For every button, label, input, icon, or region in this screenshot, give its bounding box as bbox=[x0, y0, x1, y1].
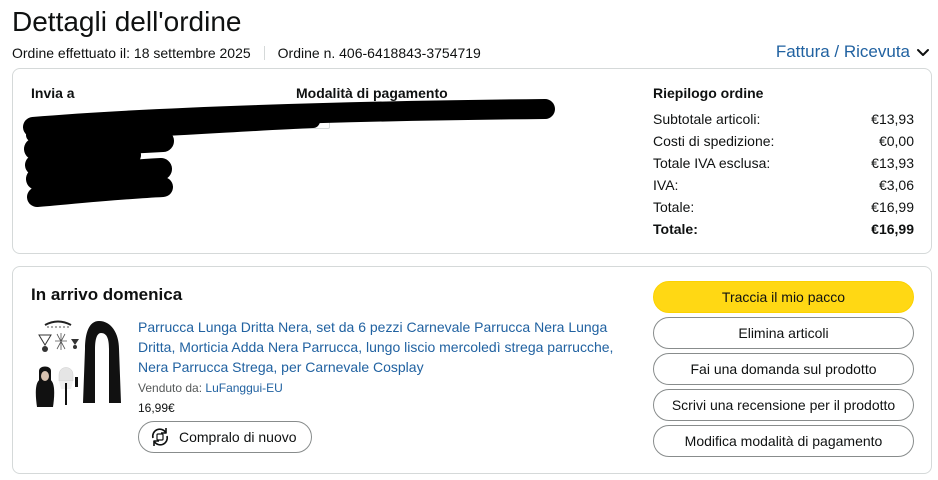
item-price: 16,99€ bbox=[138, 401, 175, 415]
summary-label: Totale IVA esclusa: bbox=[653, 155, 771, 171]
summary-row-total: Totale: €16,99 bbox=[653, 196, 914, 218]
summary-label: Totale: bbox=[653, 199, 695, 215]
shipment-actions: Traccia il mio pacco Elimina articoli Fa… bbox=[653, 281, 914, 461]
seller-info: Venduto da: LuFanggui-EU bbox=[138, 381, 283, 395]
summary-value: €3,06 bbox=[878, 177, 914, 193]
meta-divider bbox=[263, 46, 265, 60]
invoice-link-label: Fattura / Ricevuta bbox=[775, 42, 910, 61]
buy-again-button[interactable]: Compralo di nuovo bbox=[138, 421, 312, 453]
summary-label: Costi di spedizione: bbox=[653, 133, 775, 149]
product-thumbnail[interactable] bbox=[31, 319, 127, 409]
buy-again-icon bbox=[151, 428, 169, 446]
shipment-card: In arrivo domenica Parrucca Lunga Dritta… bbox=[12, 266, 932, 474]
summary-row-vat: IVA: €3,06 bbox=[653, 174, 914, 196]
summary-label: IVA: bbox=[653, 177, 679, 193]
edit-payment-button[interactable]: Modifica modalità di pagamento bbox=[653, 425, 914, 457]
chevron-down-icon bbox=[917, 49, 929, 56]
track-package-button[interactable]: Traccia il mio pacco bbox=[653, 281, 914, 313]
redaction-scribble bbox=[23, 99, 555, 207]
summary-value: €13,93 bbox=[871, 155, 914, 171]
seller-link[interactable]: LuFanggui-EU bbox=[205, 381, 282, 395]
summary-value: €13,93 bbox=[871, 111, 914, 127]
summary-row-grand-total: Totale: €16,99 bbox=[653, 218, 914, 240]
summary-heading: Riepilogo ordine bbox=[653, 85, 764, 101]
order-number: Ordine n. 406-6418843-3754719 bbox=[277, 45, 481, 61]
summary-label: Totale: bbox=[653, 221, 698, 237]
page-title: Dettagli dell'ordine bbox=[12, 6, 242, 37]
summary-row-shipping: Costi di spedizione: €0,00 bbox=[653, 130, 914, 152]
summary-value: €16,99 bbox=[871, 199, 914, 215]
summary-label: Subtotale articoli: bbox=[653, 111, 761, 127]
summary-value: €16,99 bbox=[871, 221, 914, 237]
summary-value: €0,00 bbox=[878, 133, 914, 149]
order-summary: Subtotale articoli: €13,93 Costi di sped… bbox=[653, 108, 914, 240]
ask-question-button[interactable]: Fai una domanda sul prodotto bbox=[653, 353, 914, 385]
order-meta: Ordine effettuato il: 18 settembre 2025 … bbox=[12, 45, 481, 61]
summary-row-subtotal: Subtotale articoli: €13,93 bbox=[653, 108, 914, 130]
buy-again-label: Compralo di nuovo bbox=[179, 429, 297, 445]
delete-items-button[interactable]: Elimina articoli bbox=[653, 317, 914, 349]
write-review-button[interactable]: Scrivi una recensione per il prodotto bbox=[653, 389, 914, 421]
order-date: Ordine effettuato il: 18 settembre 2025 bbox=[12, 45, 251, 61]
order-info-card: Invia a Modalità di pagamento Riepilogo … bbox=[12, 68, 932, 254]
product-title-link[interactable]: Parrucca Lunga Dritta Nera, set da 6 pez… bbox=[138, 317, 628, 377]
summary-row-net-total: Totale IVA esclusa: €13,93 bbox=[653, 152, 914, 174]
invoice-link[interactable]: Fattura / Ricevuta bbox=[776, 42, 930, 62]
sold-by-label: Venduto da: bbox=[138, 381, 203, 395]
delivery-status: In arrivo domenica bbox=[31, 285, 183, 304]
